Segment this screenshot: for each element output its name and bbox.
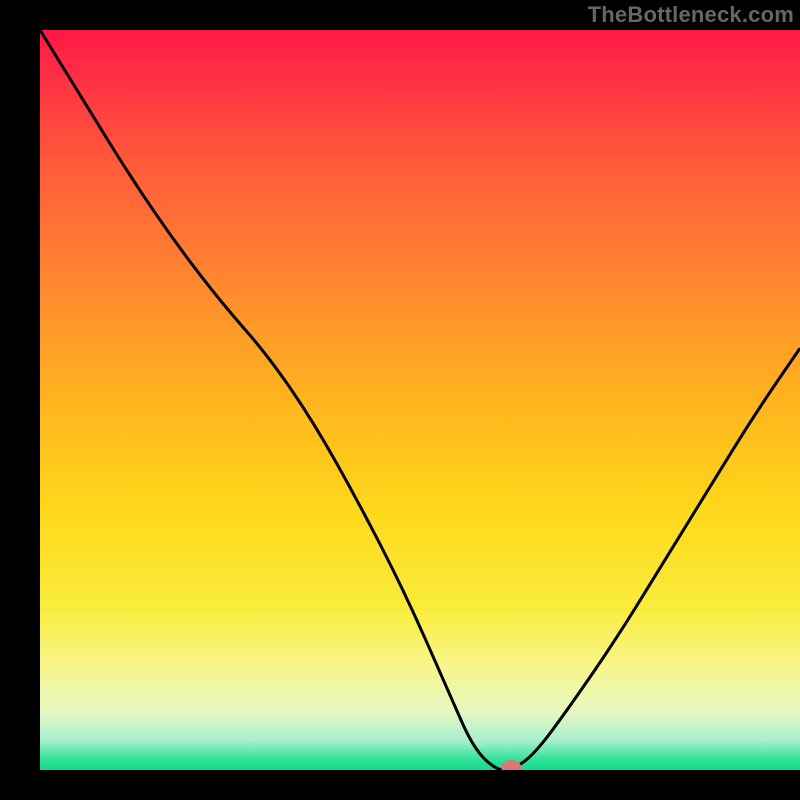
plot-area — [40, 30, 800, 770]
gradient-background — [40, 30, 800, 770]
chart-frame: TheBottleneck.com — [0, 0, 800, 800]
plot-svg — [40, 30, 800, 770]
watermark-text: TheBottleneck.com — [588, 2, 794, 28]
